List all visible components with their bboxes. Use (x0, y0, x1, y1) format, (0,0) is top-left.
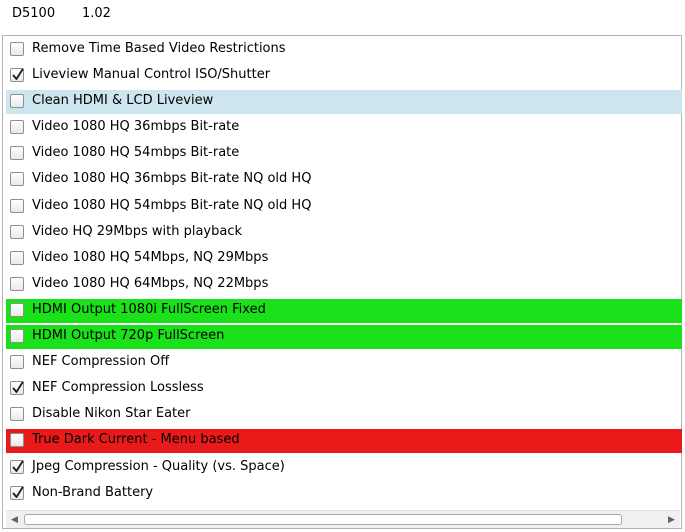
horizontal-scrollbar[interactable]: ◀ ▶ (6, 510, 680, 528)
patch-item-label: Video 1080 HQ 54mbps Bit-rate NQ old HQ (32, 197, 312, 213)
patch-item-row[interactable]: HDMI Output 1080i FullScreen Fixed (6, 298, 682, 323)
patch-item-label: Video HQ 29Mbps with playback (32, 223, 242, 239)
patch-item-row[interactable]: NEF Compression Lossless (6, 377, 682, 401)
checkmark-icon (12, 381, 24, 394)
patch-item-row[interactable]: Remove Time Based Video Restrictions (6, 38, 682, 62)
patch-item-label: NEF Compression Off (32, 354, 170, 370)
scroll-left-icon[interactable]: ◀ (6, 511, 23, 528)
patch-item-row[interactable]: Video 1080 HQ 36mbps Bit-rate NQ old HQ (6, 168, 682, 192)
checkbox-unchecked[interactable] (10, 42, 24, 56)
checkmark-icon (12, 486, 24, 498)
patch-item-row[interactable]: Video 1080 HQ 54mbps Bit-rate (6, 142, 682, 166)
patch-item-row[interactable]: Jpeg Compression - Quality (vs. Space) (6, 456, 682, 480)
checkmark-icon (12, 460, 24, 472)
patch-item-label: Video 1080 HQ 54mbps Bit-rate (32, 145, 240, 161)
checkbox-unchecked[interactable] (10, 224, 24, 239)
patch-item-label: Video 1080 HQ 36mbps Bit-rate (32, 119, 240, 135)
patch-item-row[interactable]: Disable Nikon Star Eater (6, 403, 682, 427)
patch-item-row[interactable]: Video 1080 HQ 64Mbps, NQ 22Mbps (6, 273, 682, 297)
checkbox-unchecked[interactable] (10, 433, 24, 448)
patch-item-label: HDMI Output 720p FullScreen (32, 328, 225, 344)
patch-item-label: Video 1080 HQ 64Mbps, NQ 22Mbps (32, 275, 269, 291)
checkbox-unchecked[interactable] (10, 302, 24, 317)
checkbox-checked[interactable] (10, 68, 24, 83)
patch-list-panel: Remove Time Based Video Restrictions Live… (2, 35, 682, 529)
firmware-version-label: 1.02 (82, 6, 111, 21)
patch-item-row[interactable]: Clean HDMI & LCD Liveview (6, 90, 682, 115)
patch-item-row[interactable]: NEF Compression Off (6, 351, 682, 375)
patch-item-row[interactable]: Video HQ 29Mbps with playback (6, 221, 682, 245)
checkbox-unchecked[interactable] (10, 198, 24, 213)
header-bar: D5100 1.02 (0, 0, 685, 34)
patch-item-label: Jpeg Compression - Quality (vs. Space) (32, 458, 285, 474)
scroll-right-icon[interactable]: ▶ (663, 511, 680, 528)
checkbox-unchecked[interactable] (10, 329, 24, 344)
checkbox-unchecked[interactable] (10, 120, 24, 135)
checkbox-checked[interactable] (10, 381, 24, 396)
camera-model-label: D5100 (12, 6, 56, 21)
patch-item-label: Non-Brand Battery (32, 484, 154, 500)
patch-item-label: HDMI Output 1080i FullScreen Fixed (32, 301, 266, 317)
checkbox-checked[interactable] (10, 485, 24, 500)
patch-item-row[interactable]: True Dark Current - Menu based (6, 429, 682, 454)
patch-item-row[interactable]: Video 1080 HQ 36mbps Bit-rate (6, 116, 682, 140)
scrollbar-thumb[interactable] (24, 514, 622, 525)
checkbox-unchecked[interactable] (10, 250, 24, 265)
patch-item-row[interactable]: HDMI Output 720p FullScreen (6, 325, 682, 350)
checkbox-unchecked[interactable] (10, 276, 24, 291)
checkmark-icon (12, 68, 24, 80)
patch-item-label: Clean HDMI & LCD Liveview (32, 93, 214, 109)
patch-item-label: Liveview Manual Control ISO/Shutter (32, 67, 271, 83)
patch-item-row[interactable]: Video 1080 HQ 54mbps Bit-rate NQ old HQ (6, 195, 682, 219)
patch-list: Remove Time Based Video Restrictions Live… (6, 38, 682, 508)
patch-item-label: NEF Compression Lossless (32, 380, 204, 396)
patch-item-label: True Dark Current - Menu based (32, 432, 240, 448)
patch-item-row[interactable]: Video 1080 HQ 54Mbps, NQ 29Mbps (6, 247, 682, 271)
checkbox-unchecked[interactable] (10, 355, 24, 370)
checkbox-unchecked[interactable] (10, 407, 24, 422)
patch-item-row[interactable]: Liveview Manual Control ISO/Shutter (6, 64, 682, 88)
checkbox-unchecked[interactable] (10, 146, 24, 161)
patch-item-label: Video 1080 HQ 36mbps Bit-rate NQ old HQ (32, 171, 312, 187)
patch-item-label: Remove Time Based Video Restrictions (32, 41, 286, 56)
checkbox-unchecked[interactable] (10, 172, 24, 187)
checkbox-checked[interactable] (10, 459, 24, 474)
patch-item-label: Disable Nikon Star Eater (32, 406, 191, 422)
patch-item-row[interactable]: Non-Brand Battery (6, 482, 682, 506)
checkbox-unchecked[interactable] (10, 94, 24, 109)
patch-item-label: Video 1080 HQ 54Mbps, NQ 29Mbps (32, 249, 269, 265)
